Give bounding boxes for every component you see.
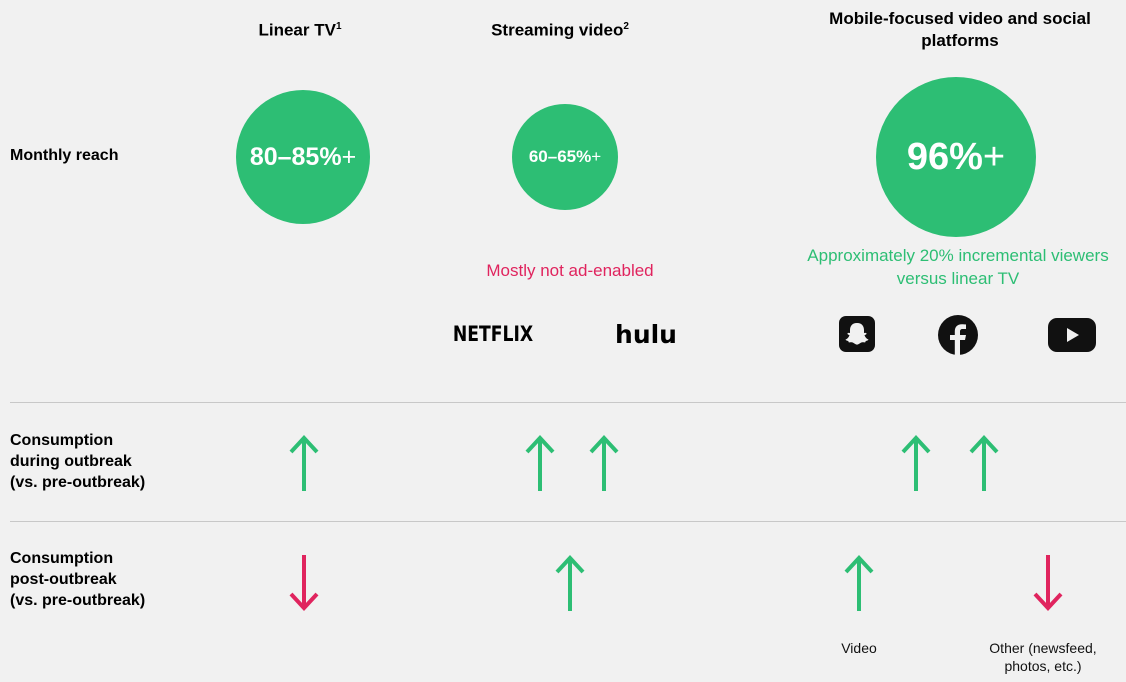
netflix-logo: NETFLIX [448,318,538,348]
down-arrow-icon [288,554,320,612]
column-title: Linear TV [258,20,336,40]
column-header-streaming: Streaming video2 [460,16,660,42]
row-label-monthly-reach: Monthly reach [10,147,119,164]
up-arrow-icon [588,434,620,492]
caption-video: Video [841,640,877,656]
row-label-consumption-during: Consumption during outbreak (vs. pre-out… [10,430,145,493]
snapchat-icon [839,316,875,352]
reach-circle-linear-tv: 80–85% + [236,90,370,224]
up-arrow-icon [554,554,586,612]
reach-value: 60–65% [528,147,592,166]
down-arrow-icon [1032,554,1064,612]
note-mobile: Approximately 20% incremental viewers ve… [807,246,1109,288]
reach-plus: + [341,142,357,171]
note-streaming: Mostly not ad-enabled [486,261,654,280]
row-label-line: post-outbreak [10,571,117,588]
row-label-line: (vs. pre-outbreak) [10,592,146,609]
youtube-icon [1048,318,1096,352]
row-divider [10,521,1126,522]
column-title: Mobile-focused video and social platform… [829,9,1091,50]
row-divider [10,402,1126,403]
row-label-line: during outbreak [10,453,132,470]
up-arrow-icon [968,434,1000,492]
reach-value: 96% [906,135,983,178]
up-arrow-icon [843,554,875,612]
reach-plus: + [591,147,602,166]
caption-other: Other (newsfeed, photos, etc.) [989,640,1097,674]
facebook-icon [938,315,978,355]
reach-circle-mobile: 96% + [876,77,1036,237]
up-arrow-icon [288,434,320,492]
footnote-marker: 2 [623,21,629,32]
column-title: Streaming video [491,20,624,40]
hulu-logo: hulu [606,320,686,350]
up-arrow-icon [900,434,932,492]
row-label-line: (vs. pre-outbreak) [10,474,146,491]
reach-value: 80–85% [249,142,342,171]
row-label-line: Consumption [10,432,114,449]
footnote-marker: 1 [335,21,342,32]
netflix-logo-text: NETFLIX [453,321,533,346]
reach-plus: + [982,135,1006,178]
row-label-consumption-post: Consumption post-outbreak (vs. pre-outbr… [10,548,145,611]
column-header-linear-tv: Linear TV1 [210,16,390,42]
reach-circle-streaming: 60–65% + [512,104,618,210]
hulu-logo-text: hulu [615,320,677,349]
column-header-mobile: Mobile-focused video and social platform… [800,8,1120,52]
up-arrow-icon [524,434,556,492]
row-label-line: Consumption [10,550,114,567]
